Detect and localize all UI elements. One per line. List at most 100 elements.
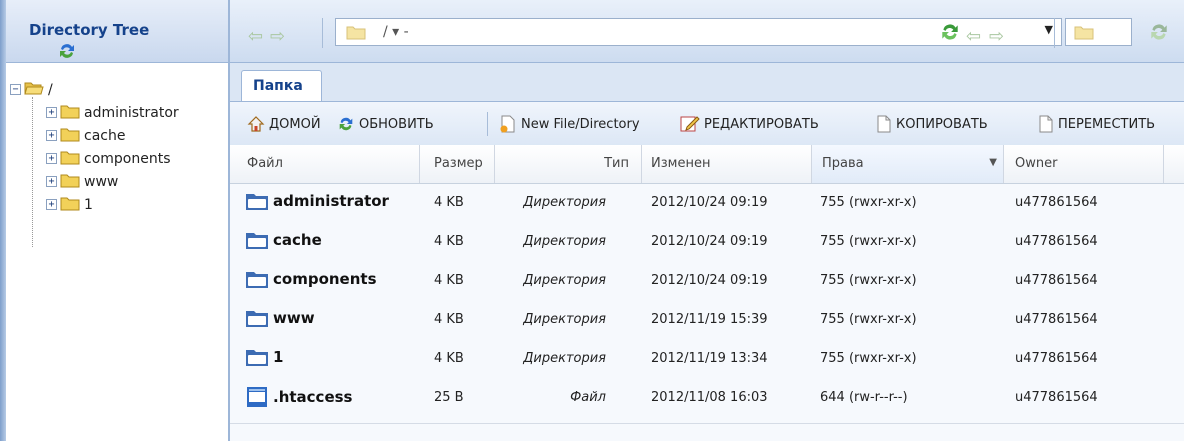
- column-header-owner[interactable]: Owner: [1004, 145, 1164, 183]
- column-header-label: Права: [822, 156, 864, 171]
- tree-item-components[interactable]: + components: [6, 147, 228, 170]
- edit-button[interactable]: РЕДАКТИРОВАТЬ: [680, 115, 819, 133]
- file-name: cache: [273, 231, 322, 249]
- file-modified: 2012/10/24 09:19: [651, 195, 768, 210]
- file-owner: u477861564: [1015, 351, 1098, 366]
- file-modified: 2012/11/19 15:39: [651, 312, 768, 327]
- table-row[interactable]: administrator 4 KB Директория 2012/10/24…: [230, 183, 1184, 222]
- forward-arrow-icon[interactable]: ⇨: [270, 26, 285, 47]
- tree-item-label: www: [84, 173, 119, 190]
- expand-icon[interactable]: +: [46, 153, 57, 164]
- directory-tree: − / + administrator + cache + components…: [6, 78, 228, 216]
- copy-icon: [877, 115, 891, 133]
- column-header-permissions[interactable]: Права ▼: [812, 145, 1004, 183]
- expand-icon[interactable]: +: [46, 176, 57, 187]
- file-type: Файл: [570, 390, 606, 405]
- expand-icon[interactable]: +: [46, 107, 57, 118]
- column-header-size[interactable]: Размер: [420, 145, 495, 183]
- dropdown-arrow-icon[interactable]: ▼: [1045, 23, 1053, 36]
- file-name-cell: .htaccess: [245, 386, 352, 408]
- file-name: administrator: [273, 192, 389, 210]
- file-manager-main: ⇦ ⇨ / ▾ - ▼ ⇦ ⇨ Папка ДОМОЙ ОБНОВИТЬ New…: [230, 0, 1184, 441]
- file-name: 1: [273, 348, 284, 366]
- secondary-refresh-icon[interactable]: [1148, 21, 1170, 47]
- column-menu-arrow-icon[interactable]: ▼: [989, 157, 997, 168]
- back-arrow-icon-secondary[interactable]: ⇦: [966, 26, 981, 47]
- home-icon: [247, 116, 265, 132]
- table-row[interactable]: cache 4 KB Директория 2012/10/24 09:19 7…: [230, 222, 1184, 261]
- column-header-modified[interactable]: Изменен: [642, 145, 812, 183]
- tree-item-www[interactable]: + www: [6, 170, 228, 193]
- column-header-label: Файл: [247, 156, 283, 171]
- edit-label: РЕДАКТИРОВАТЬ: [704, 116, 819, 132]
- collapse-icon[interactable]: −: [10, 84, 21, 95]
- directory-tree-panel: Directory Tree − / + administrator + cac…: [6, 0, 230, 441]
- tree-item-label: /: [48, 81, 53, 98]
- tree-item-label: cache: [84, 127, 126, 144]
- file-type: Директория: [523, 195, 606, 210]
- file-owner: u477861564: [1015, 273, 1098, 288]
- folder-icon: [60, 195, 80, 215]
- file-grid-body: administrator 4 KB Директория 2012/10/24…: [230, 183, 1184, 417]
- file-name: www: [273, 309, 315, 327]
- new-file-icon: [500, 115, 515, 133]
- table-row[interactable]: components 4 KB Директория 2012/10/24 09…: [230, 261, 1184, 300]
- file-size: 4 KB: [434, 273, 464, 288]
- file-type: Директория: [523, 234, 606, 249]
- path-refresh-icon[interactable]: [939, 21, 961, 47]
- column-header-file[interactable]: Файл: [230, 145, 420, 183]
- grid-bottom-border: [230, 423, 1184, 424]
- file-grid-header: Файл Размер Тип Изменен Права ▼ Owner: [230, 145, 1184, 184]
- file-owner: u477861564: [1015, 234, 1098, 249]
- tab-label: Папка: [253, 78, 303, 94]
- column-header-type[interactable]: Тип: [495, 145, 642, 183]
- tree-item-cache[interactable]: + cache: [6, 124, 228, 147]
- column-header-label: Размер: [434, 156, 483, 171]
- table-row[interactable]: www 4 KB Директория 2012/11/19 15:39 755…: [230, 300, 1184, 339]
- edit-icon: [680, 116, 700, 132]
- tree-item-administrator[interactable]: + administrator: [6, 101, 228, 124]
- toolbar-separator: [1054, 18, 1055, 48]
- home-button[interactable]: ДОМОЙ: [247, 115, 321, 133]
- folder-icon: [60, 172, 80, 192]
- action-toolbar: ДОМОЙ ОБНОВИТЬ New File/Directory РЕДАКТ…: [230, 102, 1184, 147]
- back-arrow-icon[interactable]: ⇦: [248, 26, 263, 47]
- folder-icon: [60, 126, 80, 146]
- file-modified: 2012/11/08 16:03: [651, 390, 768, 405]
- forward-arrow-icon-secondary[interactable]: ⇨: [989, 26, 1004, 47]
- navigation-bar: ⇦ ⇨ / ▾ - ▼ ⇦ ⇨: [230, 0, 1184, 63]
- expand-icon[interactable]: +: [46, 199, 57, 210]
- secondary-path-box[interactable]: [1065, 18, 1132, 46]
- file-type: Директория: [523, 273, 606, 288]
- file-permissions: 644 (rw-r--r--): [820, 390, 908, 405]
- folder-icon: [246, 233, 268, 249]
- tree-refresh-icon[interactable]: [57, 41, 77, 65]
- toolbar-separator: [322, 18, 323, 48]
- tree-item-root[interactable]: − /: [6, 78, 228, 101]
- copy-button[interactable]: КОПИРОВАТЬ: [874, 115, 988, 133]
- folder-icon: [346, 24, 366, 44]
- tab-folder[interactable]: Папка: [241, 70, 322, 101]
- refresh-button[interactable]: ОБНОВИТЬ: [337, 115, 434, 133]
- move-label: ПЕРЕМЕСТИТЬ: [1058, 116, 1156, 132]
- file-icon: [247, 387, 267, 407]
- path-text: / ▾ -: [383, 24, 409, 40]
- file-size: 4 KB: [434, 195, 464, 210]
- new-file-directory-button[interactable]: New File/Directory: [499, 115, 640, 133]
- tree-item-1[interactable]: + 1: [6, 193, 228, 216]
- file-size: 25 B: [434, 390, 464, 405]
- move-button[interactable]: ПЕРЕМЕСТИТЬ: [1036, 115, 1155, 133]
- file-permissions: 755 (rwxr-xr-x): [820, 351, 917, 366]
- file-type: Директория: [523, 312, 606, 327]
- file-permissions: 755 (rwxr-xr-x): [820, 312, 917, 327]
- file-name-cell: components: [245, 269, 377, 289]
- folder-icon: [246, 311, 268, 327]
- table-row[interactable]: 1 4 KB Директория 2012/11/19 13:34 755 (…: [230, 339, 1184, 378]
- refresh-label: ОБНОВИТЬ: [359, 116, 434, 132]
- file-permissions: 755 (rwxr-xr-x): [820, 234, 917, 249]
- folder-icon: [246, 272, 268, 288]
- file-modified: 2012/10/24 09:19: [651, 273, 768, 288]
- table-row[interactable]: .htaccess 25 B Файл 2012/11/08 16:03 644…: [230, 378, 1184, 417]
- expand-icon[interactable]: +: [46, 130, 57, 141]
- file-type: Директория: [523, 351, 606, 366]
